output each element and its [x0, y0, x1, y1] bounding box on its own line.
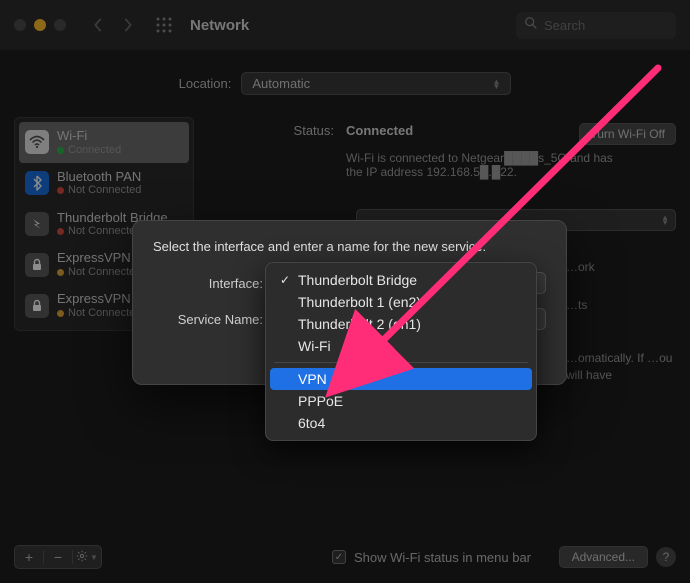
obscured-text: …ork — [566, 260, 676, 274]
turn-wifi-off-button[interactable]: Turn Wi-Fi Off — [579, 123, 676, 145]
updown-icon: ▲▼ — [492, 79, 500, 89]
menu-separator — [274, 362, 528, 363]
footer: + − ▼ ✓ Show Wi-Fi status in menu bar Ad… — [14, 545, 676, 569]
menu-item-pppoe[interactable]: PPPoE — [266, 390, 536, 412]
obscured-text: …ts — [566, 298, 676, 312]
sidebar-item-name: ExpressVPN — [57, 250, 141, 266]
menu-item-label: Thunderbolt 2 (en1) — [298, 316, 421, 332]
sidebar-item-wi-fi[interactable]: Wi-FiConnected — [19, 122, 189, 163]
close-light[interactable] — [14, 19, 26, 31]
menu-item-label: Thunderbolt Bridge — [298, 272, 417, 288]
window-title: Network — [190, 17, 249, 34]
sidebar-item-name: Wi-Fi — [57, 128, 121, 144]
check-icon: ✓ — [278, 273, 292, 287]
wifi-icon — [25, 130, 49, 154]
advanced-button[interactable]: Advanced... — [559, 546, 648, 568]
menu-item-label: VPN — [298, 371, 327, 387]
obscured-text: …omatically. If …ou will have — [566, 350, 676, 384]
sidebar-item-status: Not Connected — [57, 266, 141, 279]
help-button[interactable]: ? — [656, 547, 676, 567]
minimize-light[interactable] — [34, 19, 46, 31]
menu-item-wi-fi[interactable]: Wi-Fi — [266, 335, 536, 357]
menu-item-thunderbolt-1-en2-[interactable]: Thunderbolt 1 (en2) — [266, 291, 536, 313]
traffic-lights — [14, 19, 66, 31]
show-wifi-status-checkbox[interactable]: ✓ — [332, 550, 346, 564]
menu-item-vpn[interactable]: VPN — [270, 368, 532, 390]
gear-icon — [76, 549, 88, 565]
status-dot — [57, 147, 64, 154]
lock-icon — [25, 253, 49, 277]
back-button[interactable] — [86, 13, 110, 37]
remove-service-button[interactable]: − — [48, 548, 68, 566]
sidebar-controls: + − ▼ — [14, 545, 102, 569]
status-dot — [57, 269, 64, 276]
bt-icon — [25, 171, 49, 195]
status-label: Status: — [214, 123, 334, 138]
menu-item-label: Thunderbolt 1 (en2) — [298, 294, 421, 310]
interface-menu: ✓ Thunderbolt Bridge Thunderbolt 1 (en2) Th… — [265, 262, 537, 441]
sidebar-item-text: Wi-FiConnected — [57, 128, 121, 157]
interface-label: Interface: — [153, 276, 263, 291]
lock-icon — [25, 294, 49, 318]
tb-icon — [25, 212, 49, 236]
location-select[interactable]: Automatic ▲▼ — [241, 72, 511, 95]
service-actions-menu[interactable]: ▼ — [77, 548, 97, 566]
menu-item-label: Wi-Fi — [298, 338, 331, 354]
menu-item-label: PPPoE — [298, 393, 343, 409]
menu-item-6to4[interactable]: 6to4 — [266, 412, 536, 434]
search-field-wrap[interactable] — [516, 12, 676, 39]
location-value: Automatic — [252, 76, 310, 91]
search-icon — [524, 16, 538, 35]
add-service-button[interactable]: + — [19, 548, 39, 566]
menu-item-label: 6to4 — [298, 415, 325, 431]
toolbar: Network — [0, 0, 690, 50]
menu-item-thunderbolt-2-en1-[interactable]: Thunderbolt 2 (en1) — [266, 313, 536, 335]
status-dot — [57, 228, 64, 235]
sidebar-item-text: ExpressVPNNot Connected — [57, 291, 141, 320]
nav-arrows — [86, 13, 140, 37]
sidebar-item-status: Not Connected — [57, 184, 141, 197]
status-description: Wi-Fi is connected to Netgear████s_5G an… — [346, 151, 616, 179]
updown-icon: ▲▼ — [661, 215, 669, 225]
location-label: Location: — [179, 76, 232, 91]
status-dot — [57, 187, 64, 194]
sidebar-item-status: Connected — [57, 144, 121, 157]
divider — [43, 550, 44, 564]
sidebar-item-text: ExpressVPNNot Connected — [57, 250, 141, 279]
zoom-light[interactable] — [54, 19, 66, 31]
forward-button[interactable] — [116, 13, 140, 37]
status-value: Connected — [346, 123, 413, 138]
sidebar-item-bluetooth-pan[interactable]: Bluetooth PANNot Connected — [19, 163, 189, 204]
show-all-button[interactable] — [152, 13, 176, 37]
sidebar-item-name: Bluetooth PAN — [57, 169, 141, 185]
service-name-label: Service Name: — [153, 312, 263, 327]
search-input[interactable] — [544, 18, 668, 33]
sidebar-item-status: Not Connected — [57, 307, 141, 320]
location-row: Location: Automatic ▲▼ — [0, 50, 690, 117]
show-wifi-status-label: Show Wi-Fi status in menu bar — [354, 550, 531, 565]
divider — [72, 550, 73, 564]
sidebar-item-name: ExpressVPN — [57, 291, 141, 307]
menu-item-thunderbolt-bridge[interactable]: ✓ Thunderbolt Bridge — [266, 269, 536, 291]
sidebar-item-text: Bluetooth PANNot Connected — [57, 169, 141, 198]
status-dot — [57, 310, 64, 317]
sheet-title: Select the interface and enter a name fo… — [153, 239, 546, 254]
chevron-down-icon: ▼ — [90, 553, 98, 562]
